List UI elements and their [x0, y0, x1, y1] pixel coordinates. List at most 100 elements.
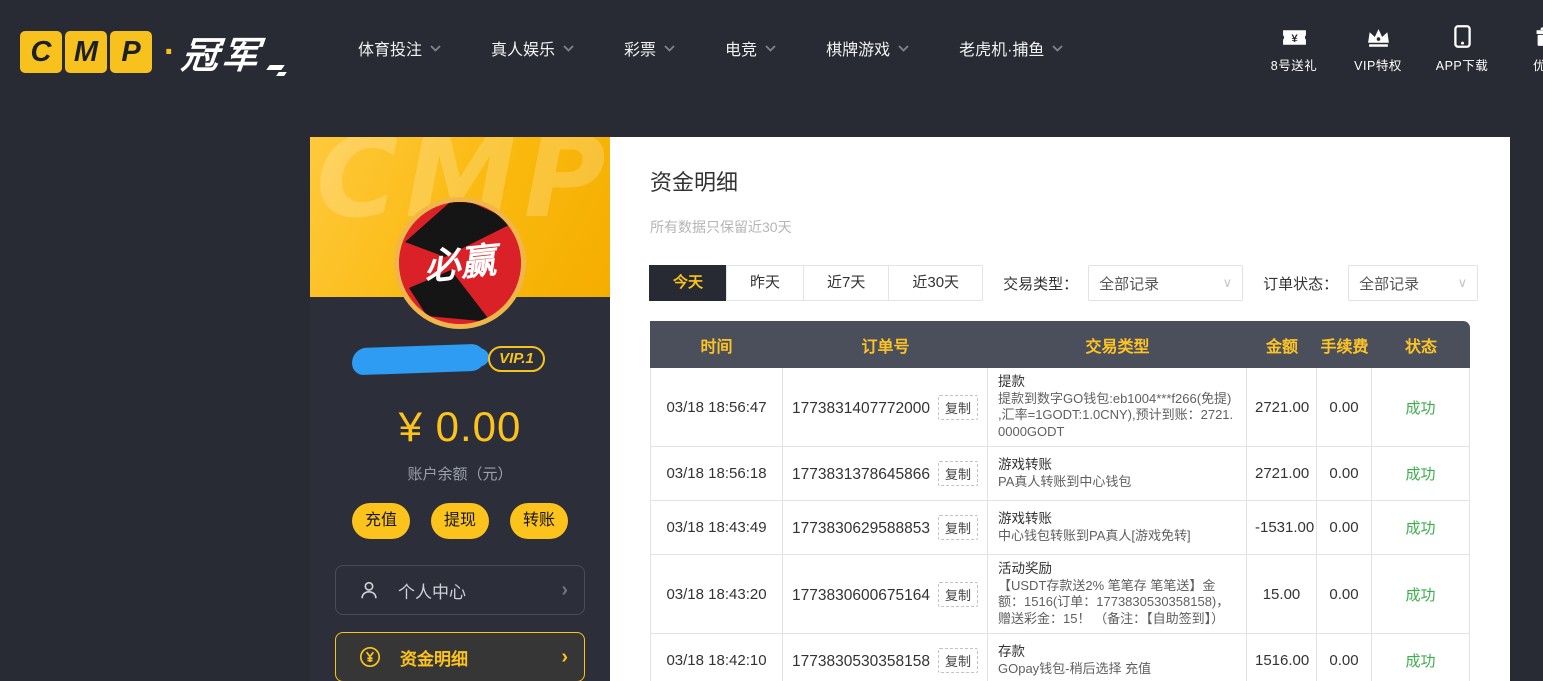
amount-cell: 2721.00	[1247, 368, 1317, 447]
nav-menu-item-label: 彩票	[624, 36, 656, 60]
status-cell: 成功	[1372, 634, 1470, 681]
time-cell: 03/18 18:43:20	[650, 555, 783, 634]
time-cell: 03/18 18:56:47	[650, 368, 783, 447]
table-column-header: 金额	[1247, 321, 1317, 368]
table-row: 03/18 18:43:49 1773830629588853复制 游戏转账 中…	[650, 501, 1470, 555]
avatar[interactable]: 必赢	[394, 197, 526, 329]
type-cell: 游戏转账 PA真人转账到中心钱包	[988, 447, 1247, 501]
quick-link-vip[interactable]: VIP特权	[1336, 24, 1420, 74]
transaction-type-description: GOpay钱包-稍后选择 充值	[998, 661, 1236, 678]
order-status-select[interactable]: 全部记录 ∨	[1348, 265, 1478, 301]
copy-button[interactable]: 复制	[938, 461, 978, 486]
yuan-circle-icon	[358, 645, 382, 669]
nav-menu-item[interactable]: 真人娱乐	[491, 36, 574, 60]
transaction-type-title: 游戏转账	[998, 511, 1236, 528]
chevron-down-icon	[563, 45, 574, 52]
fee-cell: 0.00	[1317, 447, 1372, 501]
order-number: 1773831378645866	[792, 466, 930, 483]
date-range-tab[interactable]: 近30天	[888, 265, 983, 301]
transaction-type-label: 交易类型：	[1003, 273, 1078, 294]
date-range-tab[interactable]: 今天	[649, 265, 727, 301]
date-range-tab[interactable]: 近7天	[803, 265, 889, 301]
phone-icon	[1420, 24, 1504, 48]
table-row: 03/18 18:42:10 1773830530358158复制 存款 GOp…	[650, 634, 1470, 681]
copy-button[interactable]: 复制	[938, 582, 978, 607]
transaction-type-description: 中心钱包转账到PA真人[游戏免转]	[998, 528, 1236, 545]
nav-menu-item-label: 体育投注	[358, 36, 422, 60]
date-range-tabs: 今天 昨天 近7天 近30天	[650, 265, 983, 301]
logo-dot: ·	[164, 33, 175, 72]
logo-letter-box: C	[20, 31, 62, 73]
account-balance: ¥ 0.00	[310, 403, 610, 451]
logo-letter-box: M	[65, 31, 107, 73]
order-cell: 1773830530358158复制	[783, 634, 988, 681]
table-column-header: 订单号	[783, 321, 988, 368]
quick-link-gift8[interactable]: ¥ 8号送礼	[1252, 24, 1336, 74]
table-column-header: 手续费	[1317, 321, 1372, 368]
nav-menu-item[interactable]: 棋牌游戏	[826, 36, 909, 60]
site-logo[interactable]: C M P · 冠军	[20, 25, 283, 79]
transaction-type-description: 提款到数字GO钱包:eb1004***f266(免提) ,汇率=1GODT:1.…	[998, 391, 1236, 441]
type-cell: 活动奖励 【USDT存款送2% 笔笔存 笔笔送】金额：1516(订单：17738…	[988, 555, 1247, 634]
order-status-value: 全部记录	[1359, 273, 1419, 294]
nav-menu-item-label: 电竞	[725, 36, 757, 60]
quick-link-app[interactable]: APP下载	[1420, 24, 1504, 74]
quick-links: ¥ 8号送礼 VIP特权 APP下载 优惠	[1252, 24, 1543, 74]
page-title: 资金明细	[650, 165, 738, 197]
status-cell: 成功	[1372, 368, 1470, 447]
gift-icon	[1504, 24, 1543, 48]
sidebar-item-personal-center[interactable]: 个人中心 ›	[335, 565, 585, 615]
quick-link-label: 优惠	[1504, 55, 1543, 74]
order-status-label: 订单状态：	[1263, 273, 1338, 294]
fund-details-panel: 资金明细 所有数据只保留近30天 今天 昨天 近7天 近30天 交易类型： 全部…	[610, 137, 1510, 681]
account-sidebar: CMP 必赢 VIP.1 ¥ 0.00 账户余额（元） 充值 提现 转账 个人中…	[310, 137, 610, 681]
quick-link-promo[interactable]: 优惠	[1504, 24, 1543, 74]
filter-controls: 今天 昨天 近7天 近30天 交易类型： 全部记录 ∨ 订单状态： 全部记录 ∨	[650, 265, 1478, 301]
crown-icon	[1336, 24, 1420, 48]
table-column-header: 时间	[650, 321, 783, 368]
order-number: 1773830600675164	[792, 587, 930, 604]
chevron-down-icon: ∨	[1223, 275, 1233, 291]
time-cell: 03/18 18:42:10	[650, 634, 783, 681]
account-balance-label: 账户余额（元）	[310, 463, 610, 484]
page-subtitle: 所有数据只保留近30天	[650, 217, 792, 237]
transaction-type-description: 【USDT存款送2% 笔笔存 笔笔送】金额：1516(订单：1773830530…	[998, 578, 1236, 628]
transaction-type-title: 提款	[998, 374, 1236, 391]
order-cell: 1773831378645866 复制	[783, 447, 988, 501]
status-cell: 成功	[1372, 555, 1470, 634]
transaction-type-select[interactable]: 全部记录 ∨	[1088, 265, 1243, 301]
amount-cell: -1531.00	[1247, 501, 1317, 555]
fee-cell: 0.00	[1317, 368, 1372, 447]
wallet-action-buttons: 充值 提现 转账	[310, 503, 610, 539]
wallet-action-button[interactable]: 提现	[431, 503, 489, 539]
order-number: 1773830629588853	[792, 520, 930, 537]
wallet-action-button[interactable]: 充值	[352, 503, 410, 539]
transactions-table: 时间 订单号 交易类型 金额 手续费 状态	[650, 321, 1470, 681]
coupon-icon: ¥	[1252, 24, 1336, 48]
copy-button[interactable]: 复制	[938, 515, 978, 540]
nav-menu-item[interactable]: 电竞	[725, 36, 776, 60]
fee-cell: 0.00	[1317, 555, 1372, 634]
sidebar-item-fund-details[interactable]: 资金明细 ›	[335, 632, 585, 681]
chevron-down-icon: ∨	[1458, 275, 1468, 291]
nav-menu-item-label: 棋牌游戏	[826, 36, 890, 60]
transaction-type-value: 全部记录	[1099, 273, 1159, 294]
copy-button[interactable]: 复制	[938, 648, 978, 673]
top-navbar: C M P · 冠军 体育投注 真人娱乐 彩票 电竞	[0, 0, 1543, 96]
nav-menu-item-label: 真人娱乐	[491, 36, 555, 60]
copy-button[interactable]: 复制	[938, 395, 978, 420]
quick-link-label: APP下载	[1420, 55, 1504, 74]
order-number: 1773831407772000	[792, 400, 930, 417]
vip-level-badge: VIP.1	[488, 346, 545, 372]
date-range-tab[interactable]: 昨天	[726, 265, 804, 301]
order-status-filter: 订单状态： 全部记录 ∨	[1263, 265, 1478, 301]
nav-menu-item[interactable]: 老虎机·捕鱼	[959, 36, 1063, 60]
nav-menu-item[interactable]: 彩票	[624, 36, 675, 60]
fee-cell: 0.00	[1317, 634, 1372, 681]
transaction-type-filter: 交易类型： 全部记录 ∨	[1003, 265, 1243, 301]
user-identity-row: VIP.1	[310, 343, 610, 375]
nav-menu-item-label: 老虎机·捕鱼	[959, 36, 1044, 60]
wallet-action-button[interactable]: 转账	[510, 503, 568, 539]
nav-menu-item[interactable]: 体育投注	[358, 36, 441, 60]
sidebar-item-label: 资金明细	[400, 645, 468, 670]
